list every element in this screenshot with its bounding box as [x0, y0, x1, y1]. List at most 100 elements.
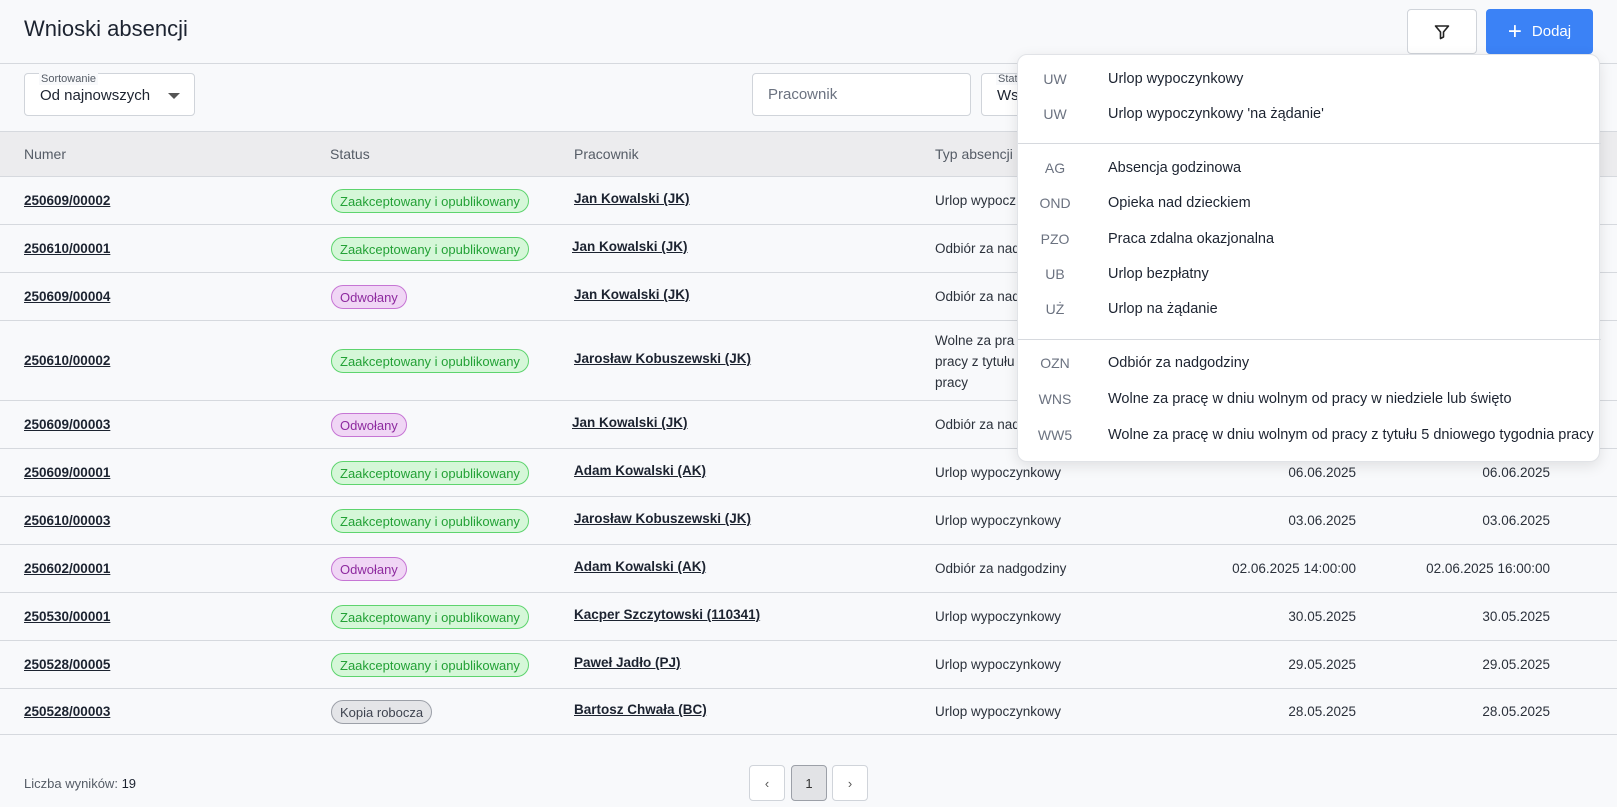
employee-link[interactable]: Kacper Szczytowski (110341)	[574, 607, 760, 622]
table-row[interactable]: 250610/00003 Zaakceptowany i opublikowany…	[0, 497, 1617, 545]
status-badge: Zaakceptowany i opublikowany	[331, 653, 529, 677]
menu-divider	[1018, 339, 1601, 340]
status-badge: Zaakceptowany i opublikowany	[331, 237, 529, 261]
table-row[interactable]: 250528/00005 Zaakceptowany i opublikowany…	[0, 641, 1617, 689]
request-number-link[interactable]: 250528/00005	[24, 657, 110, 672]
table-row[interactable]: 250530/00001 Zaakceptowany i opublikowany…	[0, 593, 1617, 641]
option-label: Urlop wypoczynkowy 'na żądanie'	[1108, 106, 1324, 122]
absence-type-line: pracy	[935, 375, 969, 390]
chevron-down-icon	[168, 93, 180, 99]
request-number-link[interactable]: 250609/00003	[24, 417, 110, 432]
date-from: 28.05.2025	[1288, 704, 1356, 719]
date-from: 29.05.2025	[1288, 657, 1356, 672]
request-number-link[interactable]: 250609/00004	[24, 289, 110, 304]
absence-type: Odbiór za nad	[935, 289, 1020, 304]
option-label: Praca zdalna okazjonalna	[1108, 231, 1275, 247]
option-code: UW	[1043, 106, 1067, 122]
employee-input[interactable]: Pracownik	[752, 73, 971, 116]
next-page-button[interactable]: ›	[832, 765, 868, 801]
request-number-link[interactable]: 250610/00002	[24, 353, 110, 368]
absence-type-option[interactable]: UW Urlop wypoczynkowy	[1018, 63, 1601, 95]
date-to: 29.05.2025	[1482, 657, 1550, 672]
sort-select[interactable]: Sortowanie Od najnowszych	[24, 73, 195, 116]
employee-link[interactable]: Paweł Jadło (PJ)	[574, 655, 681, 670]
absence-type-option[interactable]: PZO Praca zdalna okazjonalna	[1018, 223, 1601, 255]
request-number-link[interactable]: 250609/00002	[24, 193, 110, 208]
date-to: 06.06.2025	[1482, 465, 1550, 480]
request-number-link[interactable]: 250610/00003	[24, 513, 110, 528]
filter-icon	[1434, 24, 1450, 39]
status-badge: Odwołany	[331, 413, 407, 437]
date-from: 02.06.2025 14:00:00	[1232, 561, 1356, 576]
option-code: WW5	[1037, 427, 1073, 443]
header-typ[interactable]: Typ absencji	[935, 146, 1013, 162]
employee-link[interactable]: Adam Kowalski (AK)	[574, 463, 706, 478]
date-from: 03.06.2025	[1288, 513, 1356, 528]
menu-divider	[1018, 143, 1601, 144]
absence-type-menu: UW Urlop wypoczynkowy UW Urlop wypoczynkowy…	[1017, 54, 1601, 462]
option-label: Odbiór za nadgodziny	[1108, 355, 1250, 371]
table-footer: Liczba wyników: 19 ‹ 1 ›	[0, 759, 1617, 807]
absence-type: Urlop wypocz	[935, 193, 1017, 208]
request-number-link[interactable]: 250528/00003	[24, 704, 110, 719]
absence-type-option[interactable]: OZN Odbiór za nadgodziny	[1018, 347, 1601, 379]
option-code: UŻ	[1045, 301, 1065, 317]
header-status[interactable]: Status	[330, 146, 370, 162]
option-code: UW	[1043, 71, 1067, 87]
status-badge: Kopia robocza	[331, 700, 433, 724]
option-code: WNS	[1038, 391, 1072, 407]
absence-type-option[interactable]: OND Opieka nad dzieckiem	[1018, 187, 1601, 219]
option-label: Wolne za pracę w dniu wolnym od pracy z …	[1108, 427, 1594, 443]
employee-placeholder: Pracownik	[768, 86, 838, 103]
option-code: OND	[1039, 195, 1071, 211]
page-title: Wnioski absencji	[24, 16, 188, 41]
absence-type-option[interactable]: AG Absencja godzinowa	[1018, 152, 1601, 184]
absence-type: Odbiór za nad	[935, 241, 1020, 256]
employee-link[interactable]: Jan Kowalski (JK)	[572, 239, 688, 254]
employee-link[interactable]: Adam Kowalski (AK)	[574, 559, 706, 574]
employee-link[interactable]: Jarosław Kobuszewski (JK)	[574, 511, 751, 526]
header-pracownik[interactable]: Pracownik	[574, 146, 639, 162]
employee-link[interactable]: Jan Kowalski (JK)	[574, 287, 690, 302]
status-badge: Zaakceptowany i opublikowany	[331, 605, 529, 629]
option-code: UB	[1045, 266, 1065, 282]
header-numer[interactable]: Numer	[24, 146, 66, 162]
table-row[interactable]: 250602/00001 Odwołany Adam Kowalski (AK) Od…	[0, 545, 1617, 593]
status-badge: Odwołany	[331, 557, 407, 581]
employee-link[interactable]: Jan Kowalski (JK)	[574, 191, 690, 206]
request-number-link[interactable]: 250602/00001	[24, 561, 110, 576]
option-label: Urlop wypoczynkowy	[1108, 71, 1244, 87]
status-badge: Zaakceptowany i opublikowany	[331, 349, 529, 373]
table-row[interactable]: 250528/00003 Kopia robocza Bartosz Chwała …	[0, 689, 1617, 735]
option-code: PZO	[1040, 231, 1070, 247]
absence-type-option[interactable]: UW Urlop wypoczynkowy 'na żądanie'	[1018, 98, 1601, 130]
absence-type: Urlop wypoczynkowy	[935, 657, 1062, 672]
request-number-link[interactable]: 250530/00001	[24, 609, 110, 624]
results-label: Liczba wyników:	[24, 776, 118, 791]
request-number-link[interactable]: 250609/00001	[24, 465, 110, 480]
filter-button[interactable]	[1407, 9, 1477, 54]
prev-page-button[interactable]: ‹	[749, 765, 785, 801]
sort-label: Sortowanie	[39, 73, 99, 85]
employee-link[interactable]: Jan Kowalski (JK)	[572, 415, 688, 430]
status-badge: Odwołany	[331, 285, 407, 309]
absence-type-option[interactable]: UB Urlop bezpłatny	[1018, 258, 1601, 290]
request-number-link[interactable]: 250610/00001	[24, 241, 110, 256]
chevron-left-icon: ‹	[764, 775, 770, 791]
employee-link[interactable]: Jarosław Kobuszewski (JK)	[574, 351, 751, 366]
status-badge: Zaakceptowany i opublikowany	[331, 509, 529, 533]
results-value: 19	[121, 776, 137, 791]
sort-value: Od najnowszych	[40, 87, 151, 104]
absence-type: Urlop wypoczynkowy	[935, 513, 1062, 528]
absence-type-option[interactable]: UŻ Urlop na żądanie	[1018, 293, 1601, 325]
employee-link[interactable]: Bartosz Chwała (BC)	[574, 702, 707, 717]
chevron-right-icon: ›	[847, 775, 853, 791]
absence-type: Odbiór za nad	[935, 417, 1020, 432]
page-button-current[interactable]: 1	[791, 765, 827, 801]
absence-type-option[interactable]: WW5 Wolne za pracę w dniu wolnym od pracy…	[1018, 419, 1601, 451]
absence-type-option[interactable]: WNS Wolne za pracę w dniu wolnym od pracy…	[1018, 383, 1601, 415]
absence-type-line: pracy z tytułu	[935, 354, 1015, 369]
add-button[interactable]: + Dodaj	[1486, 9, 1593, 54]
option-code: AG	[1044, 160, 1066, 176]
plus-icon: +	[1507, 17, 1522, 45]
